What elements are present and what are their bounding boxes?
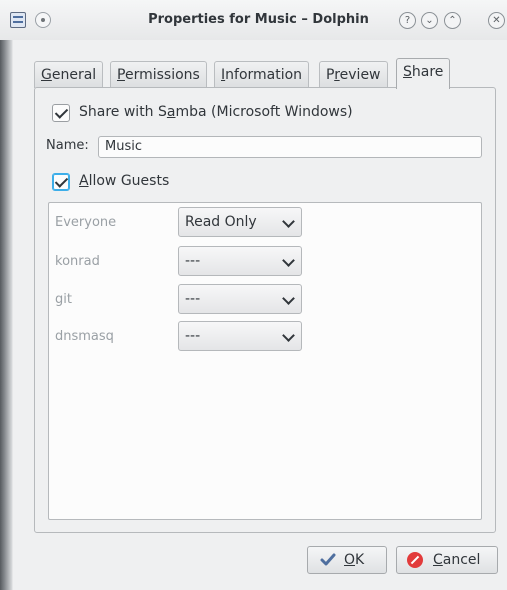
- tab-label: ermissions: [124, 67, 200, 83]
- chevron-down-icon: [282, 254, 295, 267]
- permission-value: Read Only: [185, 214, 257, 230]
- tab-general[interactable]: General: [34, 61, 104, 88]
- tab-mnemonic: S: [403, 64, 412, 80]
- permission-value: ---: [185, 291, 201, 307]
- user-name: dnsmasq: [55, 329, 114, 344]
- cancel-mnemonic: C: [433, 552, 443, 568]
- allow-guests-mnemonic: A: [79, 173, 89, 189]
- properties-dialog: Properties for Music – Dolphin ? ⌄ ⌃ ✕ G…: [0, 0, 507, 590]
- question-icon: ?: [404, 15, 411, 26]
- tab-label: eview: [339, 67, 381, 83]
- share-name-field[interactable]: Music: [98, 136, 482, 158]
- tab-mnemonic: P: [117, 67, 125, 83]
- close-icon: ✕: [492, 15, 501, 26]
- chevron-down-icon: [282, 215, 295, 228]
- tab-label: hare: [411, 64, 444, 80]
- name-label: Name:: [46, 138, 89, 153]
- minimize-button[interactable]: ⌄: [421, 12, 438, 29]
- user-name: Everyone: [55, 215, 117, 230]
- ok-mnemonic: O: [344, 552, 356, 568]
- allow-guests-label[interactable]: Allow Guests: [79, 173, 169, 189]
- tab-share[interactable]: Share: [396, 58, 451, 89]
- user-name: konrad: [55, 254, 100, 269]
- share-samba-label[interactable]: Share with Samba (Microsoft Windows): [79, 104, 353, 120]
- help-button[interactable]: ?: [399, 12, 416, 29]
- cancel-icon: [407, 552, 423, 568]
- share-samba-text: Share with S: [79, 104, 167, 120]
- share-samba-text: mba (Microsoft Windows): [175, 104, 353, 120]
- tab-label: P: [326, 67, 335, 83]
- permission-select[interactable]: ---: [178, 246, 302, 276]
- permission-select[interactable]: Read Only: [178, 207, 302, 237]
- chevron-up-icon: ⌃: [448, 15, 457, 26]
- permission-value: ---: [185, 328, 201, 344]
- checkmark-icon: [320, 553, 336, 566]
- chevron-down-icon: [282, 292, 295, 305]
- tab-bar: General Permissions Information Preview …: [34, 58, 504, 89]
- user-name: git: [55, 292, 72, 307]
- ok-label: K: [355, 552, 365, 568]
- permission-value: ---: [185, 253, 201, 269]
- chevron-down-icon: ⌄: [425, 15, 434, 26]
- permission-select[interactable]: ---: [178, 321, 302, 351]
- share-samba-checkbox[interactable]: [52, 104, 70, 122]
- tab-preview[interactable]: Preview: [319, 61, 388, 88]
- allow-guests-checkbox[interactable]: [52, 173, 70, 191]
- title-bar[interactable]: Properties for Music – Dolphin ? ⌄ ⌃ ✕: [0, 0, 507, 40]
- cancel-label: ancel: [442, 552, 481, 568]
- tab-mnemonic: G: [41, 67, 52, 83]
- user-permissions-list[interactable]: Everyone Read Only konrad --- git --- dn…: [48, 202, 482, 520]
- maximize-button[interactable]: ⌃: [444, 12, 461, 29]
- tab-permissions[interactable]: Permissions: [110, 61, 207, 88]
- ok-button[interactable]: OK: [307, 546, 387, 574]
- tab-label: nformation: [225, 67, 303, 83]
- tab-information[interactable]: Information: [214, 61, 310, 88]
- chevron-down-icon: [282, 329, 295, 342]
- close-button[interactable]: ✕: [488, 12, 505, 29]
- cancel-button[interactable]: Cancel: [396, 546, 498, 574]
- tab-label: eneral: [51, 67, 97, 83]
- permission-select[interactable]: ---: [178, 284, 302, 314]
- allow-guests-text: llow Guests: [88, 173, 170, 189]
